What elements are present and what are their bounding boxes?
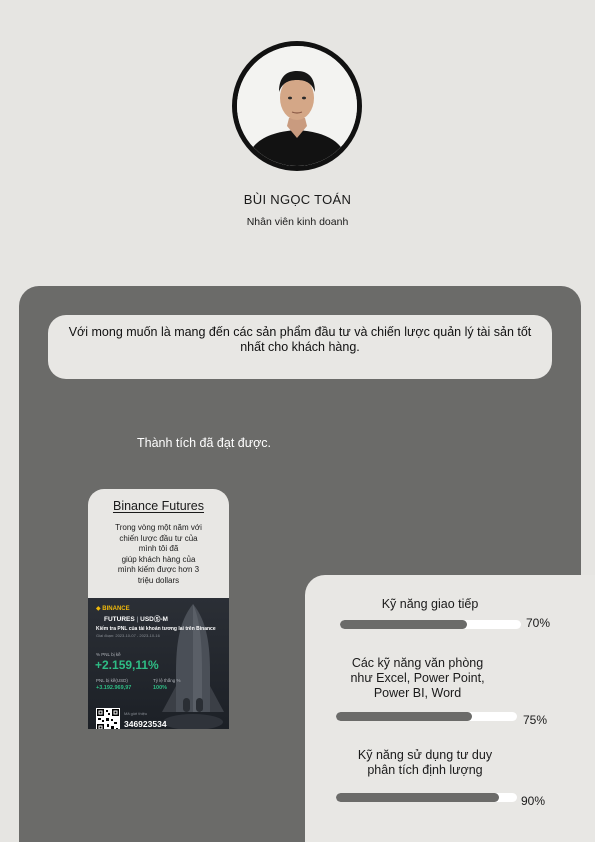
skill-progress-fill <box>336 793 499 802</box>
skill-progress-bar <box>336 712 517 721</box>
skill-progress-fill <box>336 712 472 721</box>
skill-label-line: Kỹ năng sử dụng tư duy <box>357 748 493 762</box>
profile-role: Nhân viên kinh doanh <box>246 216 349 228</box>
binance-pnl-poster: ◆ BINANCE FUTURES | USDⓈ-M Kiếm tra PNL … <box>88 598 229 729</box>
skill-progress-bar <box>336 793 517 802</box>
skill-label: Các kỹ năng văn phòng như Excel, Power P… <box>305 656 530 701</box>
poster-period: Giai đoạn: 2023-10-07 - 2023-10-16 <box>96 633 160 638</box>
poster-brand: BINANCE <box>102 606 130 612</box>
description-line: chiến lược đầu tư của <box>119 533 198 543</box>
skill-label: Kỹ năng sử dụng tư duy phân tích định lư… <box>315 748 535 778</box>
description-line: triệu dollars <box>137 575 180 585</box>
binance-card: Binance Futures Trong vòng một năm với c… <box>88 489 229 729</box>
avatar-photo <box>237 46 357 166</box>
skill-percent: 70% <box>526 616 551 630</box>
poster-win-rate-value: 100% <box>153 685 168 691</box>
poster-product: FUTURES <box>104 616 135 623</box>
description-line: giúp khách hàng của <box>121 554 196 564</box>
description-line: mình tôi đã <box>138 544 179 553</box>
qr-code-icon <box>96 708 120 729</box>
skill-label-line: Power BI, Word <box>373 686 462 700</box>
mission-statement: Với mong muốn là mang đến các sản phẩm đ… <box>48 315 552 379</box>
skill-progress-bar <box>340 620 521 629</box>
skill-percent: 90% <box>521 794 546 808</box>
profile-name: BÙI NGỌC TOÁN <box>243 192 352 207</box>
skill-label-line: phân tích định lượng <box>367 763 483 777</box>
poster-pnl-label: % PNL bị kề <box>96 652 121 657</box>
poster-win-rate-label: Tỷ lệ thắng % <box>153 678 181 683</box>
poster-pnl-value: +2.159,11% <box>95 658 159 672</box>
poster-pnl-usd-value: +3.192.969,97 <box>96 685 132 691</box>
skill-progress-fill <box>340 620 467 629</box>
poster-pnl-usd-label: PNL bị kề(USD) <box>96 678 128 683</box>
description-line: mình kiếm được hơn 3 <box>117 565 200 574</box>
skills-panel: Kỹ năng giao tiếp 70% Các kỹ năng văn ph… <box>305 575 595 842</box>
poster-market: USDⓈ-M <box>140 616 168 623</box>
skill-label-line: Các kỹ năng văn phòng <box>351 656 484 670</box>
skill-label-line: như Excel, Power Point, <box>350 671 485 685</box>
poster-headline: Kiếm tra PNL của tài khoản tương lai trê… <box>96 626 216 632</box>
achievements-title: Thành tích đã đạt được. <box>137 436 272 450</box>
skill-label-line: Kỹ năng giao tiếp <box>381 597 479 611</box>
description-line: Trong vòng một năm với <box>115 523 202 532</box>
avatar <box>232 41 362 171</box>
skill-label: Kỹ năng giao tiếp <box>315 597 545 612</box>
binance-card-title: Binance Futures <box>112 499 205 513</box>
rocket-icon <box>162 604 224 729</box>
poster-referral-label: Mã giới thiệu <box>124 711 148 716</box>
binance-logo-icon: ◆ <box>96 606 101 612</box>
poster-referral-code: 346923534 <box>124 719 167 729</box>
binance-card-description: Trong vòng một năm với chiến lược đầu tư… <box>106 523 211 586</box>
skill-percent: 75% <box>523 713 548 727</box>
